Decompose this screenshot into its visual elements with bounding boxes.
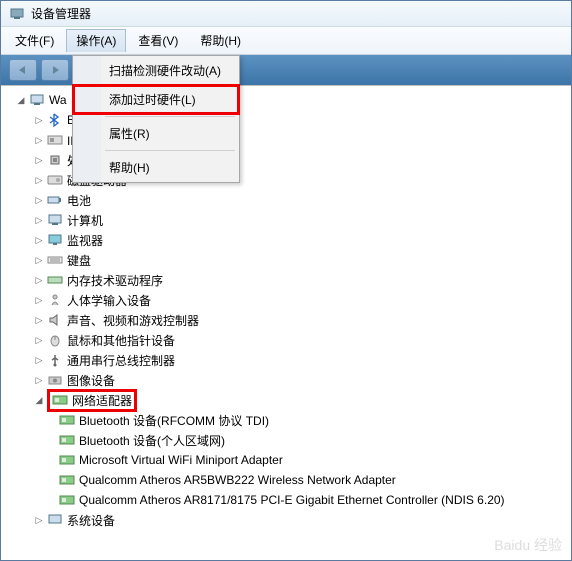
usb-icon bbox=[47, 352, 63, 368]
tree-item-net-adapter[interactable]: Bluetooth 设备(RFCOMM 协议 TDI) bbox=[7, 410, 571, 430]
menu-file[interactable]: 文件(F) bbox=[5, 29, 64, 52]
menu-scan-hardware[interactable]: 扫描检测硬件改动(A) bbox=[73, 56, 239, 85]
mouse-icon bbox=[47, 332, 63, 348]
disk-icon bbox=[47, 172, 63, 188]
expand-icon[interactable]: ▷ bbox=[33, 154, 45, 166]
menu-action[interactable]: 操作(A) bbox=[66, 29, 126, 52]
monitor-icon bbox=[47, 232, 63, 248]
tree-label: 鼠标和其他指针设备 bbox=[67, 332, 175, 349]
bluetooth-icon bbox=[47, 112, 63, 128]
expand-icon[interactable]: ▷ bbox=[33, 374, 45, 386]
tree-label: 人体学输入设备 bbox=[67, 292, 151, 309]
tree-label: Qualcomm Atheros AR8171/8175 PCI-E Gigab… bbox=[79, 493, 505, 507]
expand-icon[interactable]: ▷ bbox=[33, 514, 45, 526]
adapter-icon bbox=[59, 412, 75, 428]
tree-item-computer[interactable]: ▷ 计算机 bbox=[7, 210, 571, 230]
tree-label: 网络适配器 bbox=[72, 392, 132, 409]
menu-separator bbox=[105, 116, 235, 117]
menu-separator bbox=[105, 150, 235, 151]
tree-item-monitor[interactable]: ▷ 监视器 bbox=[7, 230, 571, 250]
expand-icon[interactable]: ▷ bbox=[33, 114, 45, 126]
menu-add-legacy-hardware[interactable]: 添加过时硬件(L) bbox=[73, 85, 239, 114]
tree-item-memory[interactable]: ▷ 内存技术驱动程序 bbox=[7, 270, 571, 290]
tree-label: 键盘 bbox=[67, 252, 91, 269]
battery-icon bbox=[47, 192, 63, 208]
expand-icon[interactable]: ▷ bbox=[33, 234, 45, 246]
expand-icon[interactable]: ▷ bbox=[33, 334, 45, 346]
cpu-icon bbox=[47, 152, 63, 168]
expand-icon[interactable]: ▷ bbox=[33, 194, 45, 206]
tree-item-net-adapter[interactable]: Qualcomm Atheros AR8171/8175 PCI-E Gigab… bbox=[7, 490, 571, 510]
app-icon bbox=[9, 6, 25, 22]
tree-item-net-adapter[interactable]: Qualcomm Atheros AR5BWB222 Wireless Netw… bbox=[7, 470, 571, 490]
tree-label: 声音、视频和游戏控制器 bbox=[67, 312, 199, 329]
tree-label: 计算机 bbox=[67, 212, 103, 229]
tree-label: Microsoft Virtual WiFi Miniport Adapter bbox=[79, 453, 283, 467]
menubar: 文件(F) 操作(A) 查看(V) 帮助(H) bbox=[1, 27, 571, 55]
expand-icon[interactable]: ▷ bbox=[33, 274, 45, 286]
ide-icon bbox=[47, 132, 63, 148]
keyboard-icon bbox=[47, 252, 63, 268]
tree-label: 通用串行总线控制器 bbox=[67, 352, 175, 369]
expand-icon[interactable]: ▷ bbox=[33, 314, 45, 326]
back-button[interactable] bbox=[9, 59, 37, 81]
tree-label: 图像设备 bbox=[67, 372, 115, 389]
expand-icon[interactable]: ▷ bbox=[33, 254, 45, 266]
memory-icon bbox=[47, 272, 63, 288]
tree-label: Wa bbox=[49, 93, 67, 107]
collapse-icon[interactable]: ◢ bbox=[33, 394, 45, 406]
computer-icon bbox=[29, 92, 45, 108]
tree-item-hid[interactable]: ▷ 人体学输入设备 bbox=[7, 290, 571, 310]
tree-label: 内存技术驱动程序 bbox=[67, 272, 163, 289]
tree-item-mouse[interactable]: ▷ 鼠标和其他指针设备 bbox=[7, 330, 571, 350]
menu-help[interactable]: 帮助(H) bbox=[190, 29, 251, 52]
adapter-icon bbox=[59, 472, 75, 488]
hid-icon bbox=[47, 292, 63, 308]
forward-button[interactable] bbox=[41, 59, 69, 81]
camera-icon bbox=[47, 372, 63, 388]
tree-item-imaging[interactable]: ▷ 图像设备 bbox=[7, 370, 571, 390]
expand-icon[interactable]: ▷ bbox=[33, 134, 45, 146]
expand-icon[interactable]: ▷ bbox=[33, 294, 45, 306]
tree-label: Bluetooth 设备(RFCOMM 协议 TDI) bbox=[79, 412, 269, 429]
adapter-icon bbox=[59, 432, 75, 448]
speaker-icon bbox=[47, 312, 63, 328]
expand-icon[interactable]: ▷ bbox=[33, 214, 45, 226]
tree-item-usb[interactable]: ▷ 通用串行总线控制器 bbox=[7, 350, 571, 370]
tree-item-battery[interactable]: ▷ 电池 bbox=[7, 190, 571, 210]
tree-item-network[interactable]: ◢ 网络适配器 bbox=[7, 390, 571, 410]
system-icon bbox=[47, 512, 63, 528]
tree-item-net-adapter[interactable]: Microsoft Virtual WiFi Miniport Adapter bbox=[7, 450, 571, 470]
tree-item-keyboard[interactable]: ▷ 键盘 bbox=[7, 250, 571, 270]
tree-item-sound[interactable]: ▷ 声音、视频和游戏控制器 bbox=[7, 310, 571, 330]
window-title: 设备管理器 bbox=[31, 5, 91, 22]
expand-icon[interactable]: ▷ bbox=[33, 174, 45, 186]
adapter-icon bbox=[59, 452, 75, 468]
menu-properties[interactable]: 属性(R) bbox=[73, 119, 239, 148]
adapter-icon bbox=[59, 492, 75, 508]
tree-item-net-adapter[interactable]: Bluetooth 设备(个人区域网) bbox=[7, 430, 571, 450]
tree-label: Qualcomm Atheros AR5BWB222 Wireless Netw… bbox=[79, 473, 396, 487]
titlebar: 设备管理器 bbox=[1, 1, 571, 27]
expand-icon[interactable]: ▷ bbox=[33, 354, 45, 366]
tree-label: 监视器 bbox=[67, 232, 103, 249]
action-menu-dropdown: 扫描检测硬件改动(A) 添加过时硬件(L) 属性(R) 帮助(H) bbox=[72, 55, 240, 183]
collapse-icon[interactable]: ◢ bbox=[15, 94, 27, 106]
pc-icon bbox=[47, 212, 63, 228]
network-icon bbox=[52, 392, 68, 408]
tree-label: 系统设备 bbox=[67, 512, 115, 529]
tree-item-system[interactable]: ▷ 系统设备 bbox=[7, 510, 571, 530]
menu-view[interactable]: 查看(V) bbox=[128, 29, 188, 52]
tree-label: 电池 bbox=[67, 192, 91, 209]
menu-help[interactable]: 帮助(H) bbox=[73, 153, 239, 182]
tree-label: Bluetooth 设备(个人区域网) bbox=[79, 432, 225, 449]
